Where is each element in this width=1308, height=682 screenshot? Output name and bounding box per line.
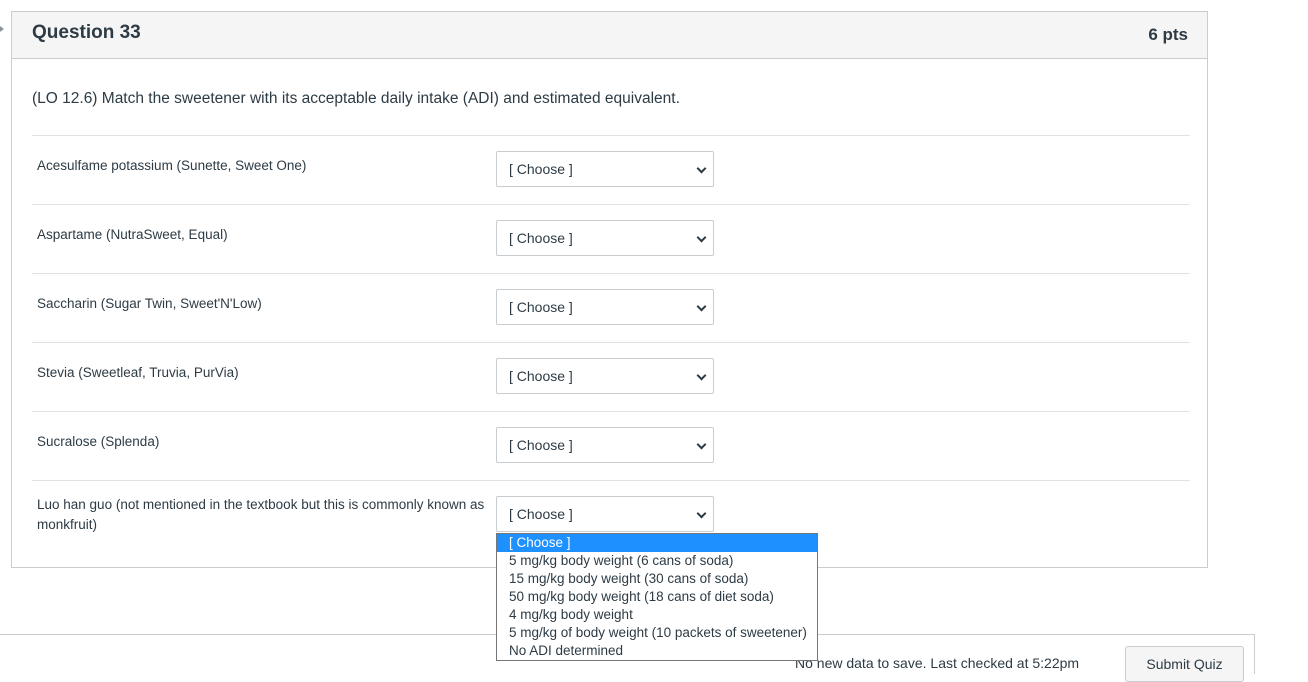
- match-row: Aspartame (NutraSweet, Equal) [ Choose ]: [32, 204, 1190, 273]
- dropdown-option[interactable]: No ADI determined: [497, 642, 817, 660]
- chevron-down-icon: [696, 163, 707, 174]
- dropdown-option[interactable]: 50 mg/kg body weight (18 cans of diet so…: [497, 588, 817, 606]
- select-value: [ Choose ]: [509, 506, 573, 522]
- save-status: No new data to save. Last checked at 5:2…: [795, 655, 1080, 671]
- select-dropdown-list: [ Choose ] 5 mg/kg body weight (6 cans o…: [496, 533, 818, 661]
- submit-quiz-button[interactable]: Submit Quiz: [1125, 646, 1244, 682]
- question-title: Question 33: [32, 22, 141, 43]
- answer-select[interactable]: [ Choose ]: [496, 220, 714, 256]
- match-row-label: Stevia (Sweetleaf, Truvia, PurVia): [37, 365, 239, 380]
- question-text: (LO 12.6) Match the sweetener with its a…: [32, 90, 680, 107]
- dropdown-option[interactable]: 15 mg/kg body weight (30 cans of soda): [497, 570, 817, 588]
- question-header: Question 33 6 pts: [12, 12, 1207, 59]
- chevron-down-icon: [696, 301, 707, 312]
- dropdown-option[interactable]: 5 mg/kg of body weight (10 packets of sw…: [497, 624, 817, 642]
- answer-select[interactable]: [ Choose ]: [496, 289, 714, 325]
- chevron-down-icon: [696, 508, 707, 519]
- match-row-label: Sucralose (Splenda): [37, 434, 160, 449]
- question-points: 6 pts: [1148, 25, 1188, 44]
- question-card: Question 33 6 pts (LO 12.6) Match the sw…: [11, 11, 1208, 568]
- collapse-arrow-icon[interactable]: [0, 26, 4, 32]
- dropdown-option[interactable]: 4 mg/kg body weight: [497, 606, 817, 624]
- match-row-label: Luo han guo (not mentioned in the textbo…: [37, 497, 485, 532]
- match-rows: Acesulfame potassium (Sunette, Sweet One…: [32, 135, 1190, 549]
- dropdown-option[interactable]: 5 mg/kg body weight (6 cans of soda): [497, 552, 817, 570]
- select-value: [ Choose ]: [509, 437, 573, 453]
- select-value: [ Choose ]: [509, 230, 573, 246]
- match-row: Saccharin (Sugar Twin, Sweet'N'Low) [ Ch…: [32, 273, 1190, 342]
- select-value: [ Choose ]: [509, 299, 573, 315]
- answer-select[interactable]: [ Choose ]: [496, 358, 714, 394]
- chevron-down-icon: [696, 370, 707, 381]
- chevron-down-icon: [696, 439, 707, 450]
- answer-select-open[interactable]: [ Choose ]: [496, 496, 714, 532]
- match-row: Stevia (Sweetleaf, Truvia, PurVia) [ Cho…: [32, 342, 1190, 411]
- select-value: [ Choose ]: [509, 161, 573, 177]
- match-row-label: Aspartame (NutraSweet, Equal): [37, 227, 228, 242]
- chevron-down-icon: [696, 232, 707, 243]
- match-row: Sucralose (Splenda) [ Choose ]: [32, 411, 1190, 480]
- answer-select[interactable]: [ Choose ]: [496, 151, 714, 187]
- dropdown-option[interactable]: [ Choose ]: [497, 534, 817, 552]
- match-row-label: Saccharin (Sugar Twin, Sweet'N'Low): [37, 296, 262, 311]
- answer-select[interactable]: [ Choose ]: [496, 427, 714, 463]
- select-value: [ Choose ]: [509, 368, 573, 384]
- match-row-label: Acesulfame potassium (Sunette, Sweet One…: [37, 158, 307, 173]
- match-row: Acesulfame potassium (Sunette, Sweet One…: [32, 135, 1190, 204]
